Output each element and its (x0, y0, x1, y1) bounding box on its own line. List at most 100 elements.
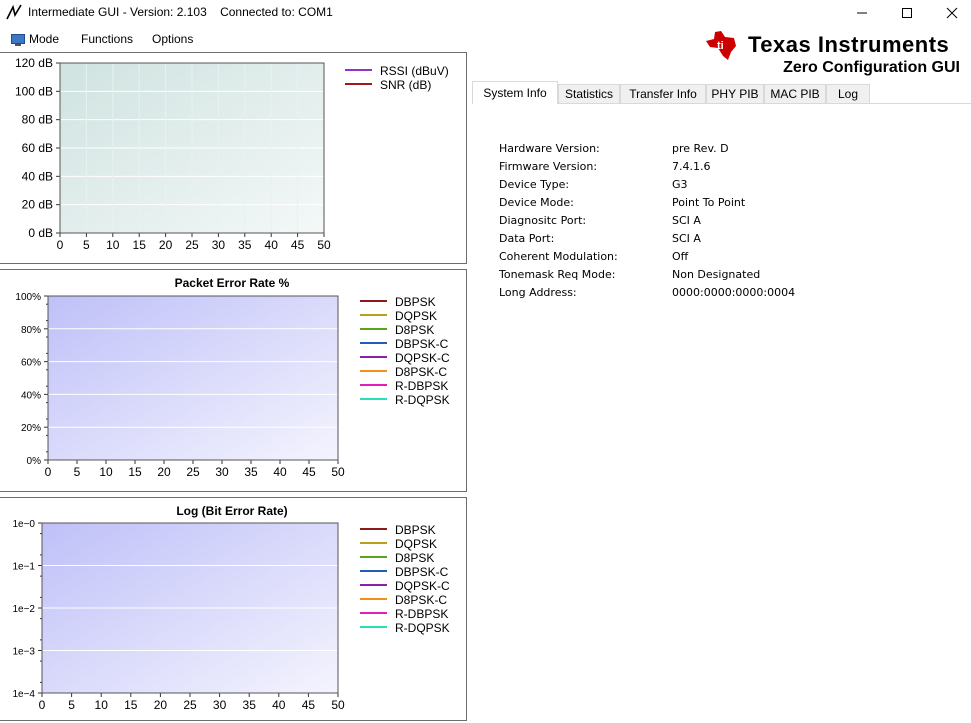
legend-label: DBPSK (395, 295, 436, 309)
device-type-label: Device Type: (499, 178, 570, 191)
maximize-button[interactable] (884, 0, 930, 26)
x-tick-label: 0 (39, 698, 46, 712)
chart-title: Packet Error Rate % (175, 276, 290, 290)
x-tick-label: 25 (186, 465, 200, 479)
rssi-snr-chart-panel: 0 dB 20 dB 40 dB 60 dB 80 dB 100 dB 120 dB 0 5 10… (0, 52, 467, 264)
x-tick-label: 10 (99, 465, 113, 479)
close-button[interactable] (929, 0, 971, 26)
legend-label: R-DBPSK (395, 607, 448, 621)
svg-text:ti: ti (717, 40, 724, 52)
menu-functions[interactable]: Functions (81, 32, 133, 46)
x-tick-label: 35 (238, 238, 252, 252)
x-tick-label: 5 (83, 238, 90, 252)
close-icon (946, 7, 958, 19)
tab-phy-pib[interactable]: PHY PIB (706, 84, 764, 103)
x-tick-label: 15 (133, 238, 147, 252)
x-tick-label: 50 (331, 698, 345, 712)
y-tick-label: 60 dB (22, 141, 53, 155)
long-address-value: 0000:0000:0000:0004 (672, 286, 796, 299)
legend-label: D8PSK (395, 323, 434, 337)
y-tick-label: 40 dB (22, 169, 53, 183)
data-port-label: Data Port: (499, 232, 555, 245)
y-tick-label: 80% (21, 325, 41, 336)
x-tick-label: 5 (74, 465, 81, 479)
maximize-icon (902, 8, 912, 18)
legend-label: RSSI (dBuV) (380, 64, 449, 78)
monitor-icon (11, 34, 25, 46)
device-mode-value: Point To Point (672, 196, 746, 209)
x-tick-label: 10 (106, 238, 120, 252)
tab-system-info[interactable]: System Info (472, 81, 558, 104)
x-tick-label: 45 (302, 465, 316, 479)
x-tick-label: 25 (185, 238, 199, 252)
legend-label: SNR (dB) (380, 78, 431, 92)
legend-label: R-DQPSK (395, 393, 450, 407)
hardware-version-label: Hardware Version: (499, 142, 600, 155)
x-tick-label: 45 (302, 698, 316, 712)
x-tick-label: 25 (183, 698, 197, 712)
minimize-icon (857, 12, 867, 14)
x-tick-label: 30 (213, 698, 227, 712)
tab-transfer-info[interactable]: Transfer Info (620, 84, 706, 103)
x-tick-label: 20 (154, 698, 168, 712)
legend-label: D8PSK-C (395, 593, 447, 607)
firmware-version-value: 7.4.1.6 (672, 160, 711, 173)
menu-mode[interactable]: Mode (29, 32, 59, 46)
x-tick-label: 0 (57, 238, 64, 252)
device-type-value: G3 (672, 178, 688, 191)
device-mode-label: Device Mode: (499, 196, 574, 209)
x-tick-label: 15 (128, 465, 142, 479)
tab-log[interactable]: Log (826, 84, 870, 103)
plot-area (48, 296, 338, 460)
window-title: Intermediate GUI - Version: 2.103 Connec… (28, 5, 333, 19)
y-tick-label: 1e−4 (12, 689, 35, 700)
x-tick-label: 0 (45, 465, 52, 479)
legend-label: R-DQPSK (395, 621, 450, 635)
diagnostic-port-label: Diagnositc Port: (499, 214, 587, 227)
coherent-modulation-value: Off (672, 250, 689, 263)
legend-label: DBPSK-C (395, 565, 449, 579)
y-tick-label: 80 dB (22, 113, 53, 127)
firmware-version-label: Firmware Version: (499, 160, 598, 173)
tab-mac-pib[interactable]: MAC PIB (764, 84, 826, 103)
product-name: Zero Configuration GUI (783, 59, 960, 76)
y-tick-label: 0 dB (28, 226, 53, 240)
x-tick-label: 40 (272, 698, 286, 712)
x-tick-label: 35 (243, 698, 257, 712)
tab-statistics[interactable]: Statistics (558, 84, 620, 103)
x-tick-label: 50 (331, 465, 345, 479)
y-tick-label: 1e−2 (12, 604, 35, 615)
legend-label: D8PSK (395, 551, 434, 565)
x-tick-label: 20 (159, 238, 173, 252)
x-tick-label: 40 (273, 465, 287, 479)
hardware-version-value: pre Rev. D (672, 142, 729, 155)
y-tick-label: 40% (21, 390, 41, 401)
bit-error-rate-chart-panel: 1e−4 1e−3 1e−2 1e−1 1e−0 0 5 10 15 20 25 30 35 40 45 50… (0, 497, 467, 721)
y-tick-label: 1e−3 (12, 647, 35, 658)
legend-label: R-DBPSK (395, 379, 448, 393)
x-tick-label: 35 (244, 465, 258, 479)
y-tick-label: 20% (21, 423, 41, 434)
minimize-button[interactable] (839, 0, 885, 26)
y-tick-label: 100 dB (15, 84, 53, 98)
x-tick-label: 45 (291, 238, 305, 252)
y-tick-label: 60% (21, 358, 41, 369)
bit-error-rate-chart: 1e−4 1e−3 1e−2 1e−1 1e−0 0 5 10 15 20 25 30 35 40 45 50… (12, 504, 450, 712)
x-tick-label: 30 (215, 465, 229, 479)
packet-error-rate-chart: 0% 20% 40% 60% 80% 100% 0 5 10 15 20 25 30 35 40 45 50 Pa… (15, 276, 450, 479)
legend-label: D8PSK-C (395, 365, 447, 379)
y-tick-label: 20 dB (22, 198, 53, 212)
tonemask-req-mode-value: Non Designated (672, 268, 761, 281)
legend-label: DBPSK (395, 523, 436, 537)
texas-instruments-logo: ti Texas Instruments (706, 31, 949, 60)
data-port-value: SCI A (672, 232, 701, 245)
legend-label: DQPSK-C (395, 579, 450, 593)
x-tick-label: 15 (124, 698, 138, 712)
company-name: Texas Instruments (748, 32, 949, 57)
x-tick-label: 40 (265, 238, 279, 252)
menu-options[interactable]: Options (152, 32, 193, 46)
y-tick-label: 100% (15, 292, 41, 303)
app-icon (6, 4, 22, 20)
y-tick-label: 1e−1 (12, 562, 35, 573)
x-tick-label: 5 (68, 698, 75, 712)
